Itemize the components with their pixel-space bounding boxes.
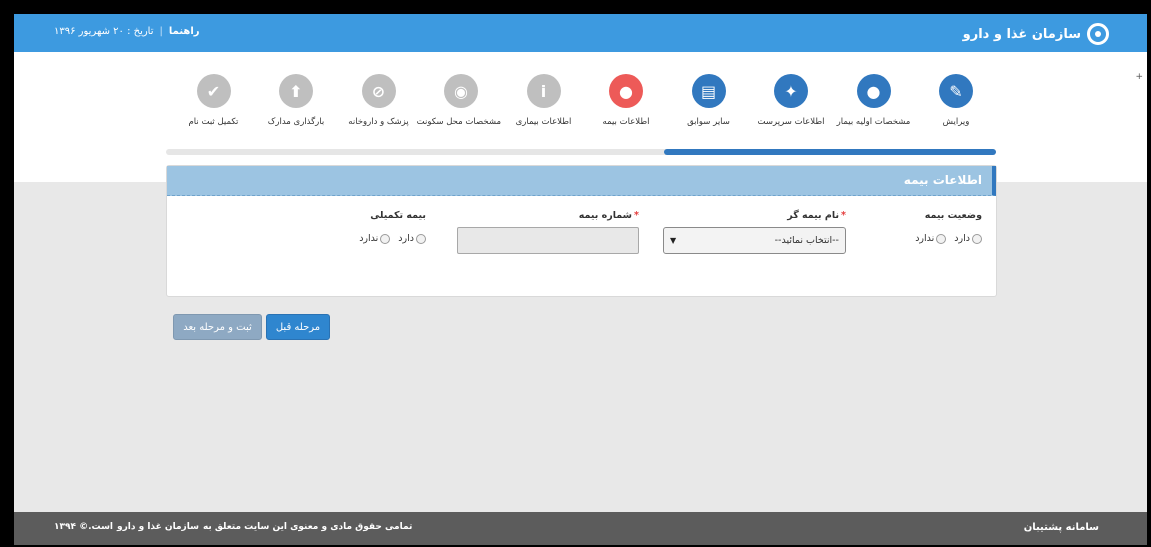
fda-logo-icon [1087, 23, 1109, 45]
wizard-step-label: اطلاعات بیمه [602, 117, 650, 127]
wizard-step[interactable]: ✎ ویرایش [916, 74, 996, 127]
wizard-step-label: ویرایش [942, 117, 970, 127]
radio-icon[interactable] [972, 233, 982, 244]
wizard-step-label: تکمیل ثبت نام [188, 117, 239, 127]
insurance-status-label: وضعیت بیمه [924, 210, 982, 221]
required-mark: * [634, 210, 639, 221]
insurer-selected: --انتخاب نمائید-- [774, 235, 839, 246]
footer: سامانه پشتیبان تمامی حقوق مادی و معنوی ا… [14, 512, 1147, 545]
required-mark: * [841, 210, 846, 221]
document-icon[interactable]: ▤ [691, 74, 726, 108]
supplementary-insurance-field: بیمه تکمیلی دارد ندارد [359, 210, 426, 244]
supplementary-label: بیمه تکمیلی [370, 210, 426, 221]
map-marker-icon[interactable]: ◉ [444, 74, 478, 108]
wizard-step-label: مشخصات اولیه بیمار [836, 117, 911, 127]
footer-copyright: تمامی حقوق مادی و معنوی این سایت متعلق ب… [54, 522, 412, 532]
copyright-prefix: تمامی حقوق مادی و معنوی این سایت متعلق ب… [202, 522, 413, 532]
app-screen: سازمان غذا و دارو راهنما | تاریخ : ۲۰ شه… [14, 14, 1147, 545]
date-label: تاریخ : ۲۰ شهریور ۱۳۹۶ [54, 26, 154, 37]
wizard-step-label: بارگذاری مدارک [267, 117, 325, 127]
wizard-step[interactable]: ▤ سایر سوابق [669, 74, 749, 127]
insurer-select[interactable]: --انتخاب نمائید-- ▼ [663, 227, 846, 254]
wizard-step[interactable]: ◉ مشخصات محل سکونت [416, 74, 501, 127]
copyright-suffix: است.© ۱۳۹۴ [54, 522, 113, 532]
insurance-number-field: *شماره بیمه [457, 210, 639, 254]
radio-icon[interactable] [380, 233, 391, 244]
wizard-band: + ✎ ویرایش ● مشخصات اولیه بیمار ✦ اطلاعات سرپ… [14, 52, 1147, 182]
top-links: راهنما | تاریخ : ۲۰ شهریور ۱۳۹۶ [54, 26, 200, 37]
supplementary-yes[interactable]: دارد [398, 233, 426, 244]
panel-title: اطلاعات بیمه [167, 166, 996, 196]
wizard-step-label: مشخصات محل سکونت [416, 117, 501, 127]
user-icon[interactable]: ● [856, 74, 891, 108]
save-next-button[interactable]: ثبت و مرحله بعد [173, 314, 262, 340]
wizard-step-label: سایر سوابق [687, 117, 730, 127]
wizard-step-label: اطلاعات سرپرست [757, 117, 825, 127]
wizard-progress-fill [664, 149, 996, 155]
wizard-step-label: پزشک و داروخانه [348, 117, 409, 127]
insurance-status-radios: دارد ندارد [915, 233, 982, 244]
plus-icon: + [1135, 72, 1143, 82]
radio-label: دارد [954, 233, 970, 244]
insurer-field: *نام بیمه گر --انتخاب نمائید-- ▼ [663, 210, 846, 254]
help-link[interactable]: راهنما [169, 26, 200, 37]
top-header: سازمان غذا و دارو راهنما | تاریخ : ۲۰ شه… [14, 14, 1147, 52]
window-frame: سازمان غذا و دارو راهنما | تاریخ : ۲۰ شه… [0, 0, 1151, 547]
upload-icon[interactable]: ⬆ [279, 74, 313, 108]
info-icon[interactable]: i [526, 74, 561, 108]
copyright-org[interactable]: سازمان غذا و دارو [117, 522, 199, 532]
wizard-step[interactable]: i اطلاعات بیماری [504, 74, 584, 127]
wizard-progress-track [166, 149, 996, 155]
checkmark-icon[interactable]: ✔ [196, 74, 231, 108]
footer-system-name: سامانه پشتیبان [1023, 522, 1099, 533]
radio-label: ندارد [359, 233, 379, 244]
group-icon[interactable]: ✦ [774, 74, 808, 108]
brand-title: سازمان غذا و دارو [962, 26, 1081, 42]
radio-label: دارد [398, 233, 414, 244]
insurance-panel: اطلاعات بیمه وضعیت بیمه دارد ندارد *نام … [166, 165, 997, 297]
radio-icon[interactable] [936, 233, 947, 244]
brand[interactable]: سازمان غذا و دارو [963, 23, 1109, 45]
insurance-number-label: *شماره بیمه [457, 210, 639, 221]
wizard-step[interactable]: ✔ تکمیل ثبت نام [174, 74, 254, 127]
previous-step-button[interactable]: مرحله قبل [266, 314, 330, 340]
radio-icon[interactable] [416, 233, 426, 244]
insurance-status-field: وضعیت بیمه دارد ندارد [915, 210, 982, 244]
wizard-step[interactable]: ● اطلاعات بیمه [586, 74, 666, 127]
insurance-number-input[interactable] [457, 227, 639, 254]
wizard-step[interactable]: ⬆ بارگذاری مدارک [256, 74, 336, 127]
wizard-steps: ✎ ویرایش ● مشخصات اولیه بیمار ✦ اطلاعات سرپرس… [164, 74, 996, 144]
user-icon[interactable]: ● [609, 74, 643, 108]
wizard-step[interactable]: ● مشخصات اولیه بیمار [834, 74, 914, 127]
wizard-step-label: اطلاعات بیماری [515, 117, 572, 127]
insurance-status-yes[interactable]: دارد [954, 233, 982, 244]
insurance-status-no[interactable]: ندارد [915, 233, 947, 244]
caret-down-icon: ▼ [670, 236, 677, 245]
wizard-step[interactable]: ⊘ پزشک و داروخانه [339, 74, 419, 127]
link-separator: | [159, 26, 163, 37]
pill-icon[interactable]: ⊘ [361, 74, 396, 108]
insurer-label-text: نام بیمه گر [787, 210, 840, 221]
pencil-icon[interactable]: ✎ [939, 74, 973, 108]
insurance-number-label-text: شماره بیمه [578, 210, 633, 221]
supplementary-no[interactable]: ندارد [359, 233, 391, 244]
wizard-step[interactable]: ✦ اطلاعات سرپرست [751, 74, 831, 127]
supplementary-radios: دارد ندارد [359, 233, 426, 244]
insurer-label: *نام بیمه گر [663, 210, 846, 221]
radio-label: ندارد [915, 233, 935, 244]
